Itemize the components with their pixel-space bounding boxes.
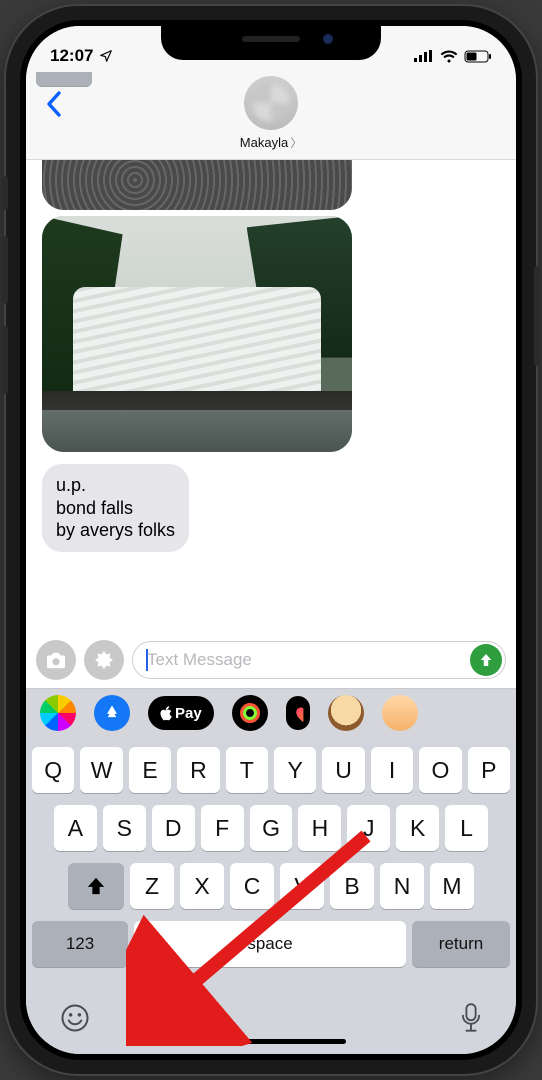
apple-pay-label: Pay bbox=[175, 705, 202, 722]
shift-key[interactable] bbox=[68, 863, 124, 909]
key-h[interactable]: H bbox=[298, 805, 341, 851]
app-store-app-icon[interactable] bbox=[94, 695, 130, 731]
chevron-right-icon: 〉 bbox=[290, 134, 302, 151]
incoming-photo-1[interactable] bbox=[42, 160, 352, 210]
key-w[interactable]: W bbox=[80, 747, 122, 793]
key-i[interactable]: I bbox=[371, 747, 413, 793]
text-cursor bbox=[146, 649, 148, 671]
conversation-scroll[interactable]: u.p. bond falls by averys folks bbox=[26, 160, 516, 634]
fitness-app-icon[interactable] bbox=[232, 695, 268, 731]
space-key[interactable]: space bbox=[134, 921, 406, 967]
emoji-key[interactable] bbox=[60, 1003, 90, 1038]
digital-touch-app-icon[interactable] bbox=[286, 696, 310, 730]
numbers-key[interactable]: 123 bbox=[32, 921, 128, 967]
key-j[interactable]: J bbox=[347, 805, 390, 851]
device-notch bbox=[161, 26, 381, 60]
contact-name-label: Makayla bbox=[240, 135, 288, 150]
message-input[interactable] bbox=[132, 641, 506, 679]
compose-bar bbox=[26, 634, 516, 688]
incoming-photo-2[interactable] bbox=[42, 216, 352, 452]
key-o[interactable]: O bbox=[419, 747, 461, 793]
incoming-message-text: u.p. bond falls by averys folks bbox=[56, 475, 175, 540]
clock: 12:07 bbox=[50, 46, 93, 66]
battery-icon bbox=[464, 50, 492, 63]
key-y[interactable]: Y bbox=[274, 747, 316, 793]
side-button bbox=[534, 266, 540, 366]
key-g[interactable]: G bbox=[250, 805, 293, 851]
mute-switch bbox=[2, 176, 8, 210]
key-t[interactable]: T bbox=[226, 747, 268, 793]
home-indicator[interactable] bbox=[196, 1039, 346, 1044]
key-r[interactable]: R bbox=[177, 747, 219, 793]
key-n[interactable]: N bbox=[380, 863, 424, 909]
key-z[interactable]: Z bbox=[130, 863, 174, 909]
volume-down-button bbox=[2, 326, 8, 394]
photos-app-icon[interactable] bbox=[40, 695, 76, 731]
key-m[interactable]: M bbox=[430, 863, 474, 909]
key-q[interactable]: Q bbox=[32, 747, 74, 793]
key-v[interactable]: V bbox=[280, 863, 324, 909]
key-c[interactable]: C bbox=[230, 863, 274, 909]
return-key[interactable]: return bbox=[412, 921, 510, 967]
dictation-key[interactable] bbox=[460, 1003, 482, 1038]
key-a[interactable]: A bbox=[54, 805, 97, 851]
incoming-message-bubble[interactable]: u.p. bond falls by averys folks bbox=[42, 464, 189, 552]
animoji-app-icon[interactable] bbox=[328, 695, 364, 731]
key-x[interactable]: X bbox=[180, 863, 224, 909]
apple-pay-app-icon[interactable]: Pay bbox=[148, 696, 214, 730]
key-u[interactable]: U bbox=[322, 747, 364, 793]
keyboard: QWERTYUIOP ASDFGHJKL ZXCVBNM 123 space r… bbox=[26, 739, 516, 1054]
cell-signal-icon bbox=[414, 50, 434, 62]
location-icon bbox=[99, 49, 113, 63]
key-f[interactable]: F bbox=[201, 805, 244, 851]
wifi-icon bbox=[440, 50, 458, 63]
camera-button[interactable] bbox=[36, 640, 76, 680]
back-button[interactable] bbox=[36, 86, 72, 122]
key-l[interactable]: L bbox=[445, 805, 488, 851]
key-b[interactable]: B bbox=[330, 863, 374, 909]
key-d[interactable]: D bbox=[152, 805, 195, 851]
key-p[interactable]: P bbox=[468, 747, 510, 793]
contact-name-button[interactable]: Makayla 〉 bbox=[240, 134, 302, 151]
contact-avatar[interactable] bbox=[244, 76, 298, 130]
imessage-app-strip[interactable]: Pay bbox=[26, 688, 516, 739]
key-k[interactable]: K bbox=[396, 805, 439, 851]
volume-up-button bbox=[2, 236, 8, 304]
key-s[interactable]: S bbox=[103, 805, 146, 851]
app-drawer-button[interactable] bbox=[84, 640, 124, 680]
conversation-header: Makayla 〉 bbox=[26, 72, 516, 160]
send-button[interactable] bbox=[470, 644, 502, 676]
key-e[interactable]: E bbox=[129, 747, 171, 793]
memoji-app-icon[interactable] bbox=[382, 695, 418, 731]
